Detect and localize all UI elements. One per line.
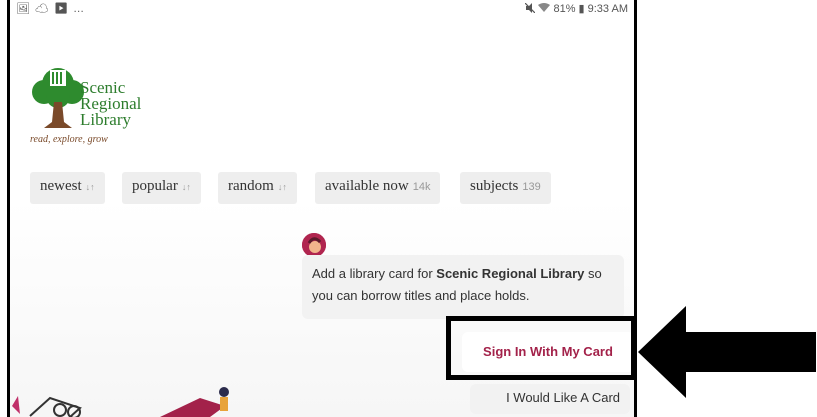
logo-tagline: read, explore, grow: [30, 134, 108, 145]
prompt-library-name: Scenic Regional Library: [436, 266, 585, 281]
tab-count: 139: [522, 181, 541, 193]
tab-label: newest: [40, 178, 82, 194]
status-right: 81% ▮ 9:33 AM: [524, 2, 628, 15]
sort-icon: ↓↑: [85, 182, 95, 192]
sort-icon: ↓↑: [181, 182, 191, 192]
logo-line-3: Library: [80, 110, 131, 129]
tab-count: 14k: [412, 181, 431, 193]
tab-label: subjects: [470, 178, 519, 194]
tab-label: popular: [132, 178, 178, 194]
tree-icon: [32, 68, 84, 128]
mute-icon: [524, 2, 536, 14]
tab-popular[interactable]: popular ↓↑: [122, 172, 201, 204]
tab-available-now[interactable]: available now 14k: [315, 172, 441, 204]
notification-icons: 🖼 ☁ ▶ …: [16, 3, 86, 15]
tab-random[interactable]: random ↓↑: [218, 172, 297, 204]
libby-avatar-icon: [302, 233, 326, 257]
library-card-prompt: Add a library card for Scenic Regional L…: [302, 255, 624, 319]
tab-subjects[interactable]: subjects 139: [460, 172, 551, 204]
status-bar: 🖼 ☁ ▶ … 81% ▮ 9:33 AM: [10, 0, 634, 16]
logo-text: Scenic Regional Library: [80, 79, 141, 129]
arrow-left-icon: [638, 306, 816, 398]
wifi-icon: [538, 3, 551, 12]
tab-label: available now: [325, 178, 409, 194]
reading-illustration-icon: [12, 387, 229, 417]
status-battery-time: 81% ▮ 9:33 AM: [553, 3, 628, 15]
sort-icon: ↓↑: [277, 182, 287, 192]
tab-label: random: [228, 178, 274, 194]
prompt-text-before: Add a library card for: [312, 266, 437, 281]
tab-newest[interactable]: newest ↓↑: [30, 172, 105, 204]
library-logo[interactable]: Scenic Regional Library read, explore, g…: [28, 62, 178, 152]
would-like-card-button[interactable]: I Would Like A Card: [470, 384, 630, 414]
annotation-highlight-box: [446, 316, 636, 380]
